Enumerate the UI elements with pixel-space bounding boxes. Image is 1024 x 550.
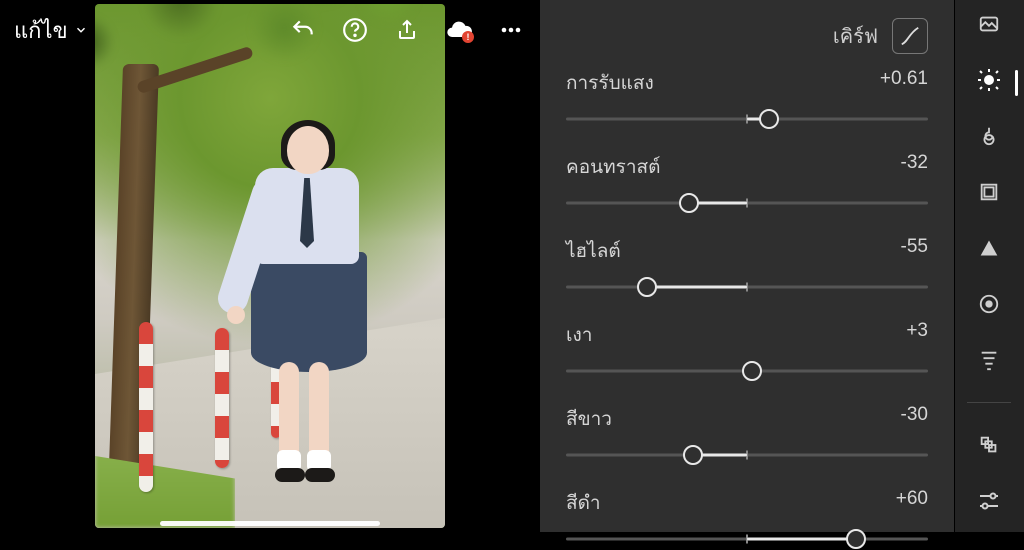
- slider-thumb[interactable]: [679, 193, 699, 213]
- undo-button[interactable]: [288, 15, 318, 45]
- slider-thumb[interactable]: [637, 277, 657, 297]
- slider-value: -55: [901, 236, 928, 266]
- slider-label: เงา: [566, 320, 592, 350]
- mode-dropdown[interactable]: แก้ไข: [14, 13, 88, 48]
- slider-thumb[interactable]: [759, 109, 779, 129]
- slider-0: การรับแสง +0.61: [566, 68, 928, 130]
- rail-active-indicator: [1015, 70, 1018, 96]
- more-button[interactable]: [496, 15, 526, 45]
- tone-curve-button[interactable]: [892, 18, 928, 54]
- slider-track[interactable]: [566, 360, 928, 382]
- color-icon[interactable]: [975, 122, 1003, 150]
- slider-1: คอนทราสต์ -32: [566, 152, 928, 214]
- crop-icon[interactable]: [975, 178, 1003, 206]
- slider-thumb[interactable]: [683, 445, 703, 465]
- slider-track[interactable]: [566, 276, 928, 298]
- slider-track[interactable]: [566, 444, 928, 466]
- slider-label: คอนทราสต์: [566, 152, 660, 182]
- edit-panel: เคิร์ฟ การรับแสง +0.61 คอนทราสต์ -32 ไฮไลต์ -…: [540, 0, 954, 532]
- slider-thumb[interactable]: [846, 529, 866, 549]
- adjust-icon[interactable]: [975, 487, 1003, 515]
- app-root: แก้ไข !: [0, 0, 1024, 532]
- presets-icon[interactable]: [975, 431, 1003, 459]
- panel-title: เคิร์ฟ: [833, 20, 878, 52]
- more-icon: [499, 18, 523, 42]
- alert-badge-icon: !: [462, 31, 474, 43]
- slider-value: +60: [896, 488, 928, 518]
- slider-label: ไฮไลต์: [566, 236, 621, 266]
- slider-track[interactable]: [566, 192, 928, 214]
- slider-track[interactable]: [566, 528, 928, 550]
- help-button[interactable]: [340, 15, 370, 45]
- slider-thumb[interactable]: [742, 361, 762, 381]
- photo-preview[interactable]: [95, 4, 445, 528]
- slider-value: +3: [906, 320, 928, 350]
- mode-label: แก้ไข: [14, 13, 68, 48]
- sliders-list: การรับแสง +0.61 คอนทราสต์ -32 ไฮไลต์ -55 เงา +3…: [566, 68, 928, 550]
- top-toolbar: แก้ไข !: [0, 0, 540, 60]
- curve-icon: [899, 25, 921, 47]
- slider-label: การรับแสง: [566, 68, 654, 98]
- home-indicator: [160, 521, 380, 526]
- slider-label: สีขาว: [566, 404, 612, 434]
- light-icon[interactable]: [975, 66, 1003, 94]
- help-icon: [342, 17, 368, 43]
- share-icon: [395, 18, 419, 42]
- slider-5: สีดำ +60: [566, 488, 928, 550]
- undo-icon: [290, 17, 316, 43]
- rail-separator: [967, 402, 1011, 403]
- lens-icon[interactable]: [975, 290, 1003, 318]
- tool-rail: [954, 0, 1024, 532]
- cloud-sync-button[interactable]: !: [444, 15, 474, 45]
- slider-value: -32: [901, 152, 928, 182]
- photo-icon[interactable]: [975, 10, 1003, 38]
- slider-4: สีขาว -30: [566, 404, 928, 466]
- share-button[interactable]: [392, 15, 422, 45]
- panel-header: เคิร์ฟ: [566, 18, 928, 54]
- geometry-icon[interactable]: [975, 346, 1003, 374]
- slider-label: สีดำ: [566, 488, 601, 518]
- slider-3: เงา +3: [566, 320, 928, 382]
- effects-icon[interactable]: [975, 234, 1003, 262]
- canvas-area: แก้ไข !: [0, 0, 540, 532]
- slider-track[interactable]: [566, 108, 928, 130]
- slider-2: ไฮไลต์ -55: [566, 236, 928, 298]
- slider-value: -30: [901, 404, 928, 434]
- chevron-down-icon: [74, 23, 88, 37]
- slider-value: +0.61: [880, 68, 928, 98]
